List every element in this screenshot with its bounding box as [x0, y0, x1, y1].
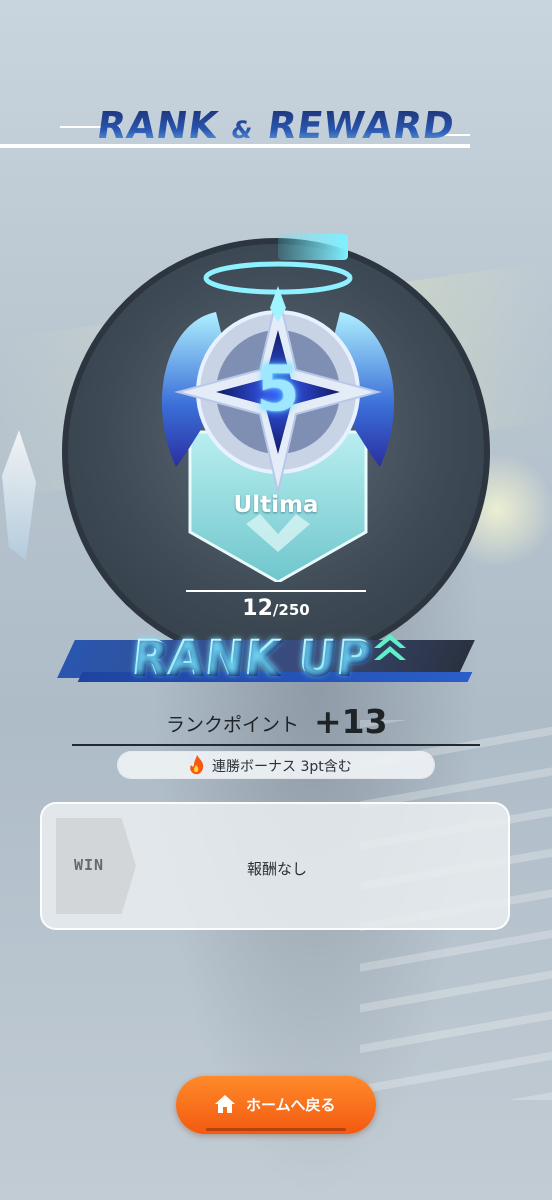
rank-tier-name: Ultima: [233, 492, 319, 518]
rank-points-rule: [72, 744, 480, 746]
page-title: RANK & REWARD: [0, 104, 552, 147]
rank-points-row: ランクポイント +13: [72, 700, 480, 746]
points-divider: [186, 590, 366, 592]
rank-tier-number: 5: [256, 352, 300, 425]
double-chevron-up-icon: [370, 626, 410, 666]
title-reward: REWARD: [264, 104, 458, 147]
home-icon: [214, 1093, 236, 1115]
return-home-button[interactable]: ホームへ戻る: [176, 1076, 376, 1134]
button-underline: [206, 1128, 346, 1131]
flame-icon: [188, 755, 206, 775]
rank-up-banner: RANK UP: [57, 626, 480, 692]
return-home-label: ホームへ戻る: [246, 1096, 336, 1114]
title-amp: &: [229, 116, 256, 144]
rank-points-value: +13: [314, 702, 388, 741]
points-current: 12: [242, 596, 273, 621]
rank-up-label: RANK UP: [129, 628, 375, 686]
reward-content: 報酬なし: [246, 860, 307, 878]
rank-points-progress: 12/250: [190, 596, 362, 621]
rank-points-label: ランクポイント: [166, 714, 300, 736]
win-streak-bonus: 連勝ボーナス 3pt含む: [118, 752, 434, 778]
rank-emblem-icon: 5: [146, 252, 410, 584]
points-max: /250: [272, 601, 310, 619]
reward-panel: WIN 報酬なし: [40, 802, 510, 930]
page-header: RANK & REWARD: [0, 100, 552, 160]
win-streak-bonus-text: 連勝ボーナス 3pt含む: [212, 759, 352, 775]
title-rank: RANK: [94, 104, 222, 147]
result-tag-label: WIN: [74, 856, 105, 874]
